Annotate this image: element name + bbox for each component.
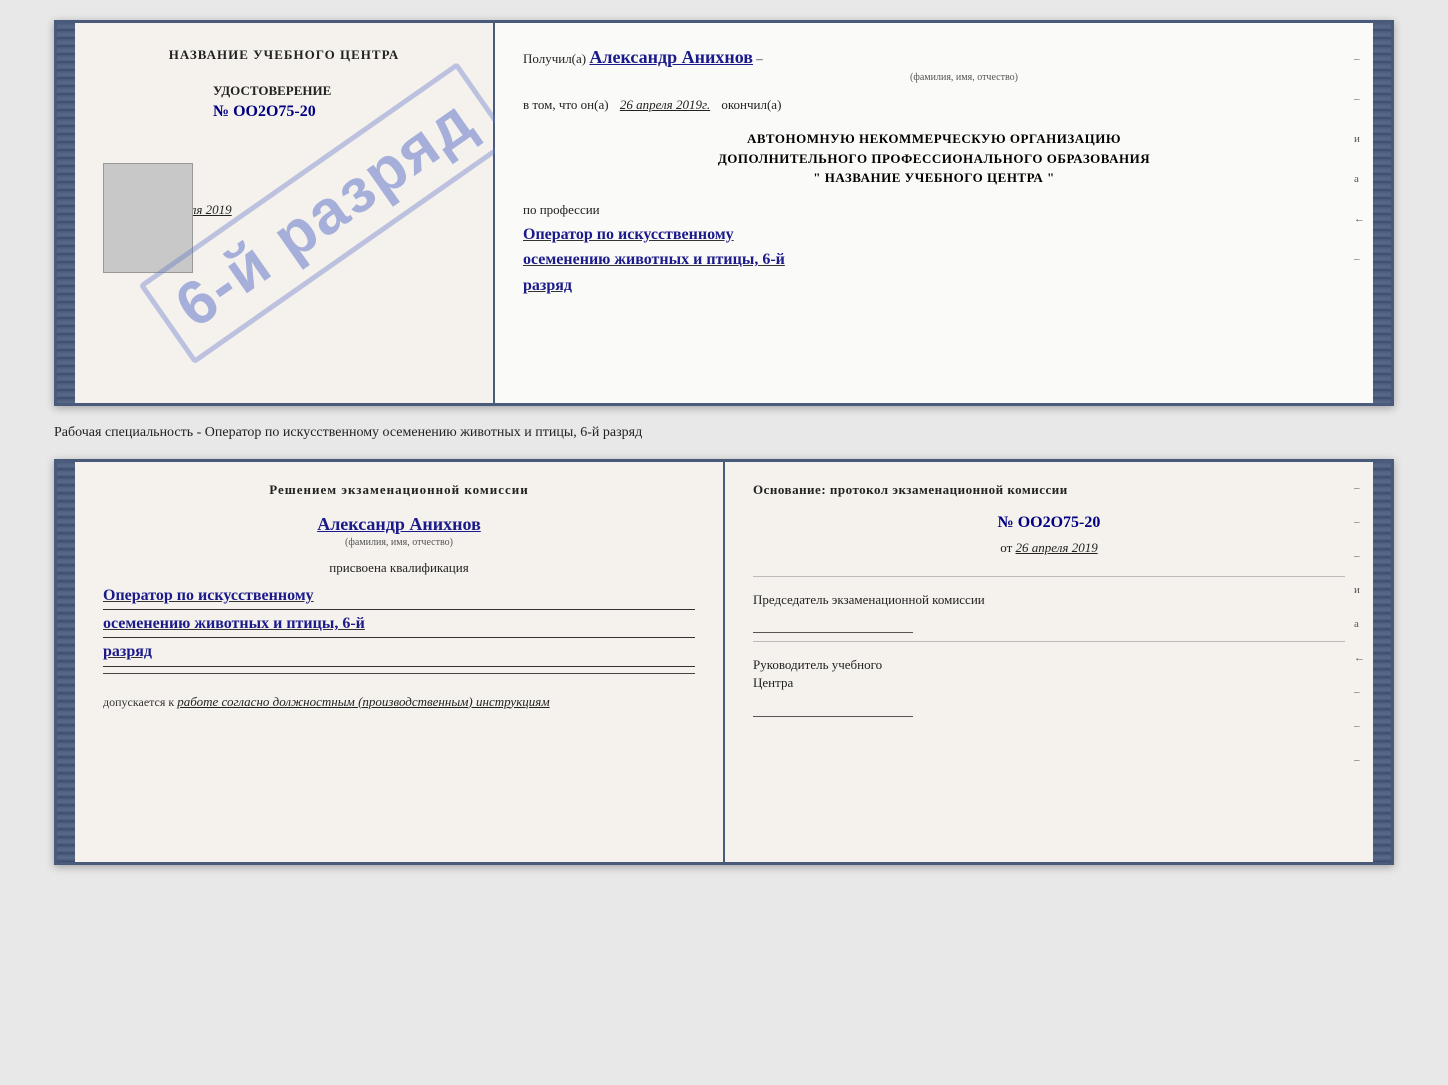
date-handwritten: 26 апреля 2019г. bbox=[620, 97, 710, 112]
specialty-description: Рабочая специальность - Оператор по иску… bbox=[54, 422, 1394, 443]
protocol-date-value: 26 апреля 2019 bbox=[1016, 540, 1098, 555]
cert-number: № OO2O75-20 bbox=[213, 103, 465, 121]
received-line: Получил(а) Александр Анихнов – bbox=[523, 47, 1345, 68]
commission-name-sub: (фамилия, имя, отчество) bbox=[103, 537, 695, 548]
org-line3: " НАЗВАНИЕ УЧЕБНОГО ЦЕНТРА " bbox=[523, 168, 1345, 188]
protocol-number: № OO2O75-20 bbox=[753, 514, 1345, 532]
chairman-label: Председатель экзаменационной комиссии bbox=[753, 591, 1345, 609]
head-signature-line bbox=[753, 699, 913, 717]
qualification-label: присвоена квалификация bbox=[103, 560, 695, 576]
book-spine-bottom-right bbox=[1373, 462, 1391, 862]
bottom-right-page: Основание: протокол экзаменационной коми… bbox=[725, 462, 1373, 862]
book-spine-top bbox=[57, 23, 75, 403]
qual-line1: Оператор по искусственному bbox=[103, 582, 695, 610]
profession-text: Оператор по искусственному осеменению жи… bbox=[523, 222, 1345, 299]
org-block: АВТОНОМНУЮ НЕКОММЕРЧЕСКУЮ ОРГАНИЗАЦИЮ ДО… bbox=[523, 129, 1345, 188]
qualification-text: Оператор по искусственному осеменению жи… bbox=[103, 582, 695, 667]
basis-title: Основание: протокол экзаменационной коми… bbox=[753, 482, 1345, 498]
profession-label: по профессии bbox=[523, 202, 1345, 218]
qual-line3: разряд bbox=[103, 638, 695, 666]
book-spine-bottom bbox=[57, 462, 75, 862]
received-prefix: Получил(а) bbox=[523, 51, 586, 66]
head-label: Руководитель учебного Центра bbox=[753, 656, 1345, 692]
book-spine-top-right bbox=[1373, 23, 1391, 403]
qual-line2: осеменению животных и птицы, 6-й bbox=[103, 610, 695, 638]
bottom-left-page: Решением экзаменационной комиссии Алекса… bbox=[75, 462, 725, 862]
side-marks-bottom: – – – и а ← – – – bbox=[1354, 482, 1365, 766]
admission-italic: работе согласно должностным (производств… bbox=[177, 694, 549, 709]
prof-line2: осеменению животных и птицы, 6-й bbox=[523, 247, 1345, 273]
commission-name: Александр Анихнов bbox=[103, 514, 695, 535]
side-marks-top: – – и а ← – bbox=[1354, 53, 1365, 265]
org-line1: АВТОНОМНУЮ НЕКОММЕРЧЕСКУЮ ОРГАНИЗАЦИЮ bbox=[523, 129, 1345, 149]
received-name: Александр Анихнов bbox=[589, 47, 753, 67]
protocol-date: от 26 апреля 2019 bbox=[753, 540, 1345, 556]
commission-title: Решением экзаменационной комиссии bbox=[103, 482, 695, 498]
cert-label: УДОСТОВЕРЕНИЕ bbox=[213, 83, 465, 99]
date-line: в том, что он(а) 26 апреля 2019г. окончи… bbox=[523, 97, 1345, 113]
org-line2: ДОПОЛНИТЕЛЬНОГО ПРОФЕССИОНАЛЬНОГО ОБРАЗО… bbox=[523, 149, 1345, 169]
photo-placeholder bbox=[103, 163, 193, 273]
top-left-page: НАЗВАНИЕ УЧЕБНОГО ЦЕНТРА УДОСТОВЕРЕНИЕ №… bbox=[75, 23, 495, 403]
prof-line1: Оператор по искусственному bbox=[523, 222, 1345, 248]
bottom-certificate-book: Решением экзаменационной комиссии Алекса… bbox=[54, 459, 1394, 865]
cert-title: НАЗВАНИЕ УЧЕБНОГО ЦЕНТРА bbox=[103, 47, 465, 63]
chairman-signature-line bbox=[753, 615, 913, 633]
name-subtitle-top: (фамилия, имя, отчество) bbox=[583, 72, 1345, 83]
top-certificate-book: НАЗВАНИЕ УЧЕБНОГО ЦЕНТРА УДОСТОВЕРЕНИЕ №… bbox=[54, 20, 1394, 406]
prof-line3: разряд bbox=[523, 273, 1345, 299]
top-right-page: Получил(а) Александр Анихнов – (фамилия,… bbox=[495, 23, 1373, 403]
admission-text: допускается к работе согласно должностны… bbox=[103, 694, 695, 710]
